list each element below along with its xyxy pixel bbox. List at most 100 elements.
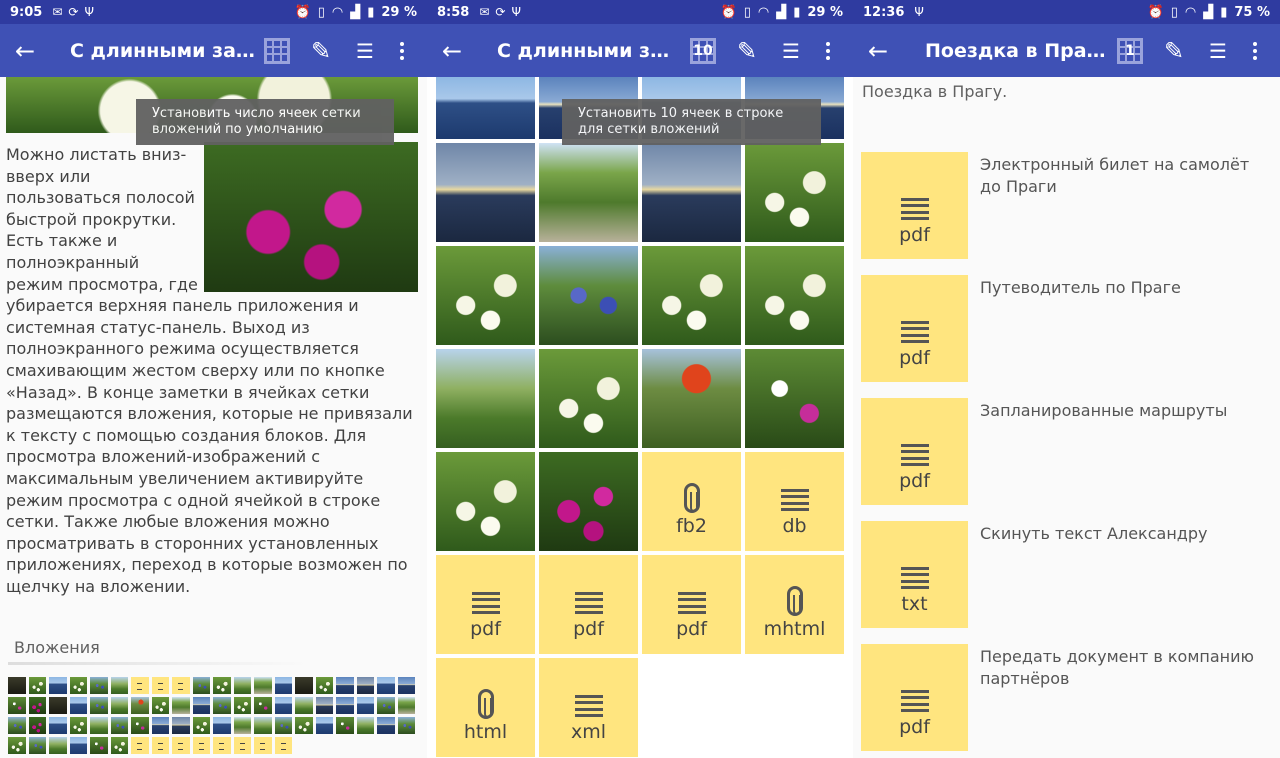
file-tile[interactable]: txt	[861, 521, 968, 628]
attachment-thumb[interactable]	[295, 697, 313, 714]
attachment-thumb[interactable]	[295, 717, 313, 734]
view-mode-button[interactable]: ☰	[1196, 24, 1240, 77]
attachment-thumb[interactable]	[69, 737, 87, 754]
attachment-file-xml[interactable]: xml	[539, 658, 638, 757]
attachment-file-thumb[interactable]	[172, 677, 190, 694]
attachment-thumb[interactable]	[172, 697, 190, 714]
attachment-thumb[interactable]	[315, 697, 333, 714]
attachment-thumb[interactable]	[151, 717, 169, 734]
attachment-thumb[interactable]	[295, 677, 313, 694]
attachment-thumb[interactable]	[356, 697, 374, 714]
attachment-thumb[interactable]	[110, 737, 128, 754]
attachment-thumb[interactable]	[356, 717, 374, 734]
attachment-thumb[interactable]	[233, 697, 251, 714]
overflow-menu-button[interactable]	[387, 24, 417, 77]
attachment-image[interactable]	[642, 143, 741, 242]
attachment-thumb[interactable]	[90, 717, 108, 734]
list-item[interactable]: txt Скинуть текст Александру	[861, 521, 1271, 628]
attachment-file-thumb[interactable]	[131, 677, 149, 694]
attachment-image[interactable]	[539, 452, 638, 551]
attachment-file-thumb[interactable]	[233, 737, 251, 754]
attachment-thumb[interactable]	[397, 697, 415, 714]
attachment-file-thumb[interactable]	[131, 737, 149, 754]
attachment-thumb[interactable]	[192, 677, 210, 694]
attachment-file-thumb[interactable]	[151, 677, 169, 694]
attachment-thumb[interactable]	[28, 737, 46, 754]
attachment-file-thumb[interactable]	[172, 737, 190, 754]
attachment-file-pdf[interactable]: pdf	[539, 555, 638, 654]
attachment-image[interactable]	[436, 143, 535, 242]
attachment-image[interactable]	[539, 143, 638, 242]
note-content[interactable]: Поездка в Прагу. pdf Электронный билет н…	[853, 77, 1280, 758]
attachment-file-thumb[interactable]	[213, 737, 231, 754]
attachment-file-pdf[interactable]: pdf	[642, 555, 741, 654]
attachment-thumb[interactable]	[69, 677, 87, 694]
attachment-thumb[interactable]	[377, 717, 395, 734]
attachment-file-db[interactable]: db	[745, 452, 844, 551]
attachment-thumb[interactable]	[336, 717, 354, 734]
attachment-thumb[interactable]	[49, 717, 67, 734]
back-arrow-icon[interactable]: ←	[853, 24, 903, 77]
attachment-image[interactable]	[745, 143, 844, 242]
file-tile[interactable]: pdf	[861, 644, 968, 751]
attachment-thumb[interactable]	[28, 717, 46, 734]
back-arrow-icon[interactable]: ←	[427, 24, 477, 77]
attachment-thumb[interactable]	[213, 697, 231, 714]
attachment-thumb[interactable]	[8, 717, 26, 734]
attachment-thumb[interactable]	[397, 717, 415, 734]
attachment-image[interactable]	[436, 77, 535, 139]
back-arrow-icon[interactable]: ←	[0, 24, 50, 77]
grid-cells-button[interactable]: 10	[681, 24, 725, 77]
attachment-thumb[interactable]	[110, 677, 128, 694]
file-tile[interactable]: pdf	[861, 398, 968, 505]
attachment-thumb[interactable]	[172, 717, 190, 734]
edit-button[interactable]: ✎	[1152, 24, 1196, 77]
attachment-file-thumb[interactable]	[274, 737, 292, 754]
edit-button[interactable]: ✎	[299, 24, 343, 77]
attachment-thumb[interactable]	[397, 677, 415, 694]
list-item[interactable]: pdf Запланированные маршруты	[861, 398, 1271, 505]
overflow-menu-button[interactable]	[1240, 24, 1270, 77]
attachment-thumb[interactable]	[213, 677, 231, 694]
attachment-thumb[interactable]	[233, 677, 251, 694]
attachment-thumb[interactable]	[110, 717, 128, 734]
attachment-thumb[interactable]	[233, 717, 251, 734]
attachment-thumb[interactable]	[49, 677, 67, 694]
attachment-file-fb2[interactable]: fb2	[642, 452, 741, 551]
grid-cells-button[interactable]: 1	[1108, 24, 1152, 77]
attachment-thumb[interactable]	[377, 677, 395, 694]
attachment-thumb[interactable]	[254, 677, 272, 694]
attachment-thumb[interactable]	[90, 737, 108, 754]
view-mode-button[interactable]: ☰	[343, 24, 387, 77]
attachment-thumb[interactable]	[49, 697, 67, 714]
attachment-file-pdf[interactable]: pdf	[436, 555, 535, 654]
attachment-thumb[interactable]	[8, 677, 26, 694]
attachment-file-thumb[interactable]	[151, 737, 169, 754]
attachment-thumb[interactable]	[131, 717, 149, 734]
attachment-thumb[interactable]	[90, 677, 108, 694]
attachment-thumb[interactable]	[315, 717, 333, 734]
file-tile[interactable]: pdf	[861, 152, 968, 259]
attachment-thumb[interactable]	[254, 697, 272, 714]
attachment-thumb[interactable]	[110, 697, 128, 714]
attachment-file-thumb[interactable]	[192, 737, 210, 754]
attachment-image[interactable]	[745, 246, 844, 345]
attachment-image[interactable]	[436, 246, 535, 345]
attachment-file-mhtml[interactable]: mhtml	[745, 555, 844, 654]
attachment-image[interactable]	[539, 246, 638, 345]
edit-button[interactable]: ✎	[725, 24, 769, 77]
attachment-image[interactable]	[539, 349, 638, 448]
attachment-thumb[interactable]	[28, 677, 46, 694]
attachment-thumb[interactable]	[131, 697, 149, 714]
attachment-image[interactable]	[745, 349, 844, 448]
view-mode-button[interactable]: ☰	[769, 24, 813, 77]
file-tile[interactable]: pdf	[861, 275, 968, 382]
attachment-thumb[interactable]	[8, 737, 26, 754]
attachment-thumb[interactable]	[315, 677, 333, 694]
attachment-thumb[interactable]	[90, 697, 108, 714]
attachment-thumb[interactable]	[151, 697, 169, 714]
attachment-thumb[interactable]	[28, 697, 46, 714]
grid-cells-button[interactable]	[255, 24, 299, 77]
attachment-thumb[interactable]	[69, 717, 87, 734]
overflow-menu-button[interactable]	[813, 24, 843, 77]
